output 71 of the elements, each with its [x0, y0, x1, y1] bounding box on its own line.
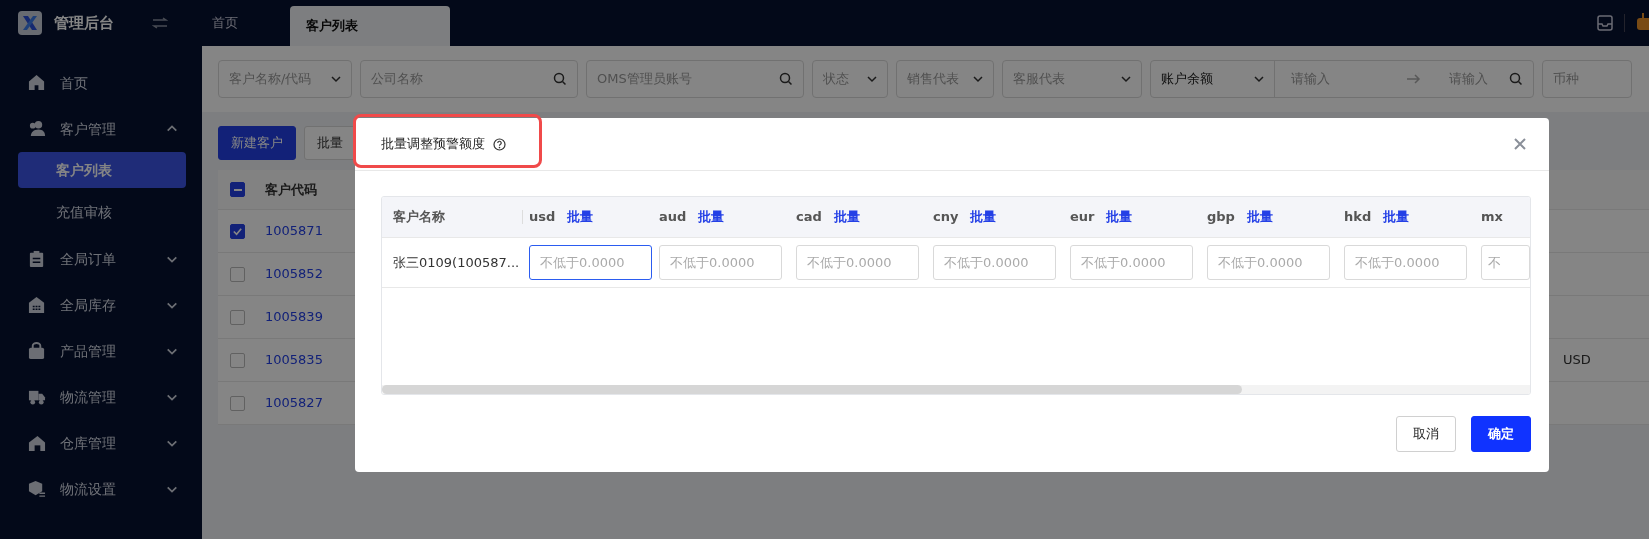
checkmark-icon — [232, 225, 243, 237]
column-header: 客户代码 — [265, 180, 317, 199]
sidebar-item[interactable]: 首页 — [0, 60, 202, 106]
column-header: aud — [659, 208, 687, 227]
select-all-checkbox[interactable] — [230, 182, 245, 197]
chevron-down-icon — [867, 75, 877, 83]
sidebar-item[interactable]: 物流管理 — [0, 374, 202, 420]
search-icon — [779, 72, 793, 86]
dash-icon — [233, 188, 242, 191]
column-header: hkd — [1344, 208, 1372, 227]
house-icon — [28, 434, 46, 452]
column-header: mx — [1481, 208, 1503, 227]
close-icon[interactable] — [1513, 137, 1527, 151]
column-header: 客户名称 — [392, 208, 446, 227]
scrollbar[interactable] — [382, 385, 1530, 394]
column-header: cny — [933, 208, 959, 227]
batch-link[interactable]: 批量 — [1383, 207, 1410, 227]
sidebar-item[interactable]: 物流设置 — [0, 466, 202, 512]
column-header: cad — [796, 208, 822, 227]
toolbar-button[interactable]: 新建客户 — [218, 126, 296, 160]
batch-link[interactable]: 批量 — [1246, 207, 1273, 227]
batch-link[interactable]: 批量 — [833, 207, 860, 227]
chevron-down-icon — [973, 75, 983, 83]
column-header: eur — [1070, 208, 1095, 227]
amount-input[interactable]: 不低于0.0000 — [529, 245, 652, 280]
table-cell-text: USD — [1563, 351, 1591, 370]
sidebar-item[interactable]: 全局订单 — [0, 236, 202, 282]
home-icon — [28, 74, 46, 92]
batch-link[interactable]: 批量 — [1106, 207, 1133, 227]
chevron-down-icon — [331, 75, 341, 83]
sidebar-subitem[interactable]: 客户列表 — [18, 152, 186, 188]
select-field[interactable]: 账户余额 — [1151, 61, 1275, 97]
row-checkbox[interactable] — [230, 352, 245, 368]
help-icon[interactable] — [493, 137, 506, 151]
batch-link[interactable]: 批量 — [698, 207, 725, 227]
row-checkbox[interactable] — [230, 223, 245, 239]
batch-link[interactable]: 批量 — [970, 207, 997, 227]
column-header: usd — [529, 208, 556, 227]
column-header: gbp — [1207, 208, 1235, 227]
sidebar-item[interactable]: 产品管理 — [0, 328, 202, 374]
row-checkbox[interactable] — [230, 266, 245, 282]
sidebar-item[interactable]: 客户管理 — [0, 106, 202, 152]
sidebar-item[interactable]: 仓库管理 — [0, 420, 202, 466]
package-icon — [28, 480, 46, 498]
logo-icon — [18, 11, 42, 35]
sidebar-subitem[interactable]: 充值审核 — [18, 194, 186, 230]
sidebar-item[interactable]: 全局库存 — [0, 282, 202, 328]
row-checkbox[interactable] — [230, 309, 245, 325]
chevron-down-icon — [1254, 75, 1264, 83]
search-icon[interactable] — [1509, 72, 1523, 86]
inbox-icon[interactable] — [1596, 14, 1614, 32]
arrow-right-icon — [1407, 74, 1421, 84]
row-checkbox[interactable] — [230, 395, 245, 411]
toolbar-button[interactable]: 批量 — [304, 126, 356, 160]
bag-icon — [28, 342, 46, 360]
tab[interactable]: 客户列表 — [290, 6, 450, 46]
table-cell-text: 张三0109(100587... — [392, 253, 521, 272]
tab[interactable]: 首页 — [202, 0, 290, 46]
swap-icon[interactable] — [152, 17, 168, 29]
dialog-title: 批量调整预警额度 — [381, 135, 485, 154]
search-icon — [553, 72, 567, 86]
confirm-button[interactable]: 确定 — [1471, 416, 1531, 452]
building-icon — [28, 296, 46, 314]
app-title: 管理后台 — [54, 12, 114, 34]
chevron-down-icon — [1121, 75, 1131, 83]
clipboard-icon — [28, 250, 46, 268]
users-icon — [28, 120, 46, 138]
truck-icon — [28, 388, 46, 406]
scrollbar-thumb[interactable] — [382, 385, 1242, 394]
cancel-button[interactable]: 取消 — [1396, 416, 1456, 452]
batch-link[interactable]: 批量 — [567, 207, 594, 227]
